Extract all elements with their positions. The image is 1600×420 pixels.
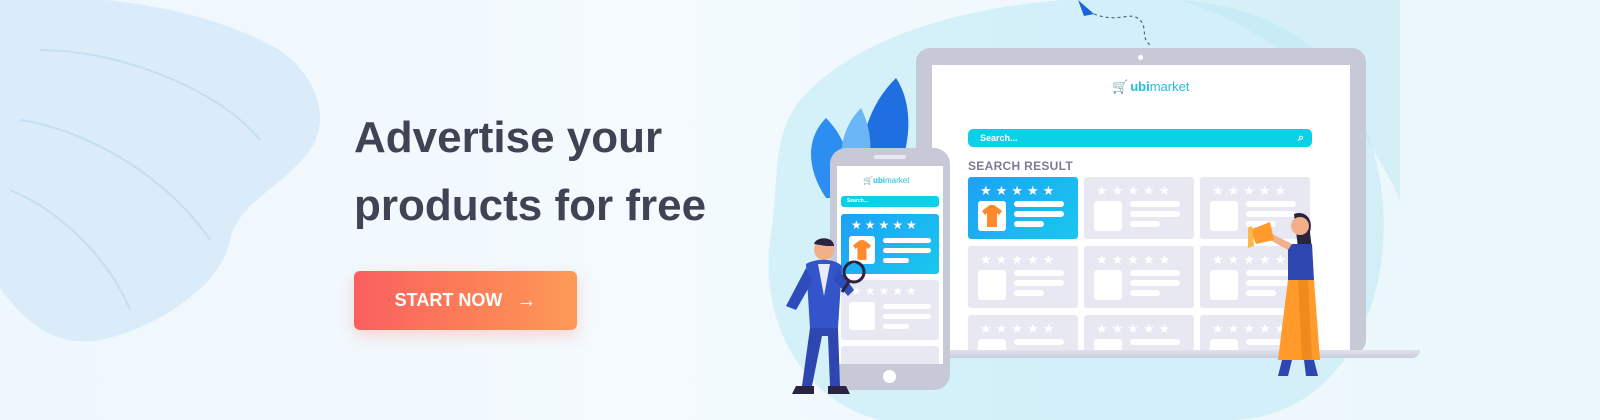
text-line <box>1014 339 1064 345</box>
text-line <box>1014 290 1044 296</box>
text-line <box>1014 221 1044 227</box>
hero-headline: Advertise your products for free <box>354 104 774 240</box>
ubimarket-logo: 🛒 ubimarket <box>1112 79 1189 95</box>
headline-line-1: Advertise your <box>354 113 663 162</box>
logo-suffix: market <box>884 176 910 185</box>
text-line <box>1014 270 1064 276</box>
man-with-magnifier-illustration <box>786 238 866 394</box>
result-card[interactable]: ★★★★★ <box>968 246 1078 308</box>
search-input[interactable]: Search... ⌕ <box>968 129 1312 147</box>
cart-icon: 🛒 <box>863 176 873 185</box>
search-placeholder: Search... <box>847 198 868 204</box>
text-line <box>1130 270 1180 276</box>
phone-home-button <box>883 370 896 383</box>
arrow-right-icon: → <box>516 289 537 312</box>
product-thumbnail <box>1094 339 1122 350</box>
headline-line-2: products for free <box>354 181 707 230</box>
woman-with-megaphone-illustration <box>1248 212 1320 376</box>
text-line <box>883 238 931 243</box>
result-card[interactable]: ★★★★★ <box>1084 246 1194 308</box>
text-line <box>883 314 931 319</box>
rating-stars: ★★★★★ <box>1212 183 1291 198</box>
product-thumbnail <box>978 201 1006 231</box>
text-line <box>1130 221 1160 227</box>
logo-prefix: ubi <box>872 176 885 185</box>
start-now-button[interactable]: START NOW → <box>354 271 577 330</box>
text-line <box>1130 280 1180 286</box>
product-thumbnail <box>1210 270 1238 300</box>
logo-suffix: market <box>1149 79 1190 94</box>
product-thumbnail <box>978 339 1006 350</box>
cart-icon: 🛒 <box>1112 79 1129 94</box>
laptop-camera <box>1138 55 1143 60</box>
search-placeholder: Search... <box>980 133 1018 143</box>
text-line <box>1130 339 1180 345</box>
rating-stars: ★★★★★ <box>980 252 1059 267</box>
rating-stars: ★★★★★ <box>1096 321 1175 336</box>
start-now-label: START NOW <box>394 290 503 310</box>
search-result-title: SEARCH RESULT <box>968 159 1074 173</box>
product-thumbnail <box>1094 270 1122 300</box>
search-icon[interactable]: ⌕ <box>1298 129 1304 147</box>
logo-prefix: ubi <box>1130 79 1150 94</box>
phone-speaker <box>874 155 906 159</box>
result-card[interactable]: ★★★★★ <box>968 315 1078 350</box>
product-thumbnail <box>978 270 1006 300</box>
text-line <box>883 324 909 329</box>
result-card[interactable]: ★★★★★ <box>1084 315 1194 350</box>
mobile-search-input[interactable]: Search... <box>841 196 939 207</box>
text-line <box>1130 201 1180 207</box>
product-thumbnail <box>1094 201 1122 231</box>
text-line <box>1014 201 1064 207</box>
product-thumbnail <box>1210 201 1238 231</box>
result-card[interactable]: ★★★★★ <box>1084 177 1194 239</box>
shirt-icon <box>982 205 1002 227</box>
text-line <box>883 304 931 309</box>
rating-stars: ★★★★★ <box>851 218 920 232</box>
decorative-leaf-left <box>0 0 320 342</box>
text-line <box>1014 211 1064 217</box>
text-line <box>1246 201 1296 207</box>
rating-stars: ★★★★★ <box>980 183 1059 198</box>
rating-stars: ★★★★★ <box>1096 252 1175 267</box>
rating-stars: ★★★★★ <box>1096 183 1175 198</box>
hero-banner: Advertise your products for free START N… <box>0 0 1600 420</box>
text-line <box>1014 280 1064 286</box>
text-line <box>1130 211 1180 217</box>
text-line <box>883 258 909 263</box>
rating-stars: ★★★★★ <box>980 321 1059 336</box>
result-card-featured[interactable]: ★★★★★ <box>968 177 1078 239</box>
product-thumbnail <box>1210 339 1238 350</box>
text-line <box>1130 290 1160 296</box>
paper-plane-icon <box>1078 0 1153 47</box>
text-line <box>883 248 931 253</box>
ubimarket-logo-mobile: 🛒ubimarket <box>863 176 909 185</box>
